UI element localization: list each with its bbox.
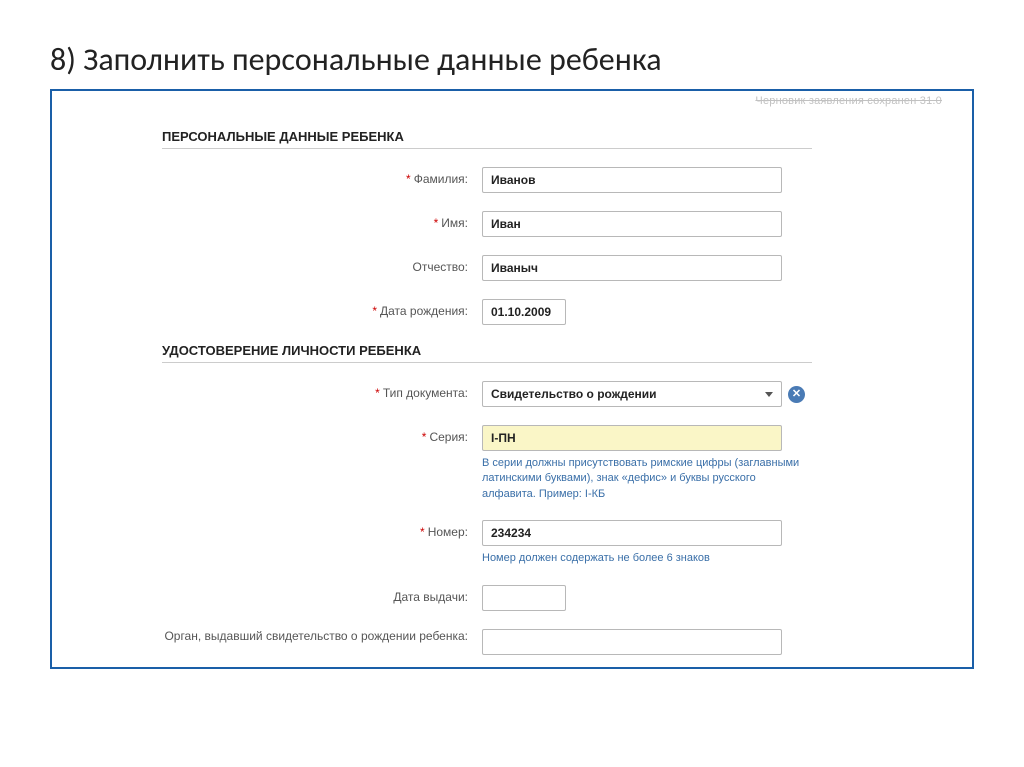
row-issue-date: Дата выдачи: bbox=[162, 585, 932, 611]
label-number: *Номер: bbox=[162, 520, 482, 539]
row-patronymic: Отчество: bbox=[162, 255, 932, 281]
form-container: ПЕРСОНАЛЬНЫЕ ДАННЫЕ РЕБЕНКА *Фамилия: *И… bbox=[52, 91, 972, 655]
required-marker: * bbox=[434, 216, 439, 230]
section-personal-header: ПЕРСОНАЛЬНЫЕ ДАННЫЕ РЕБЕНКА bbox=[162, 129, 812, 149]
required-marker: * bbox=[420, 525, 425, 539]
row-firstname: *Имя: bbox=[162, 211, 932, 237]
select-doctype-value: Свидетельство о рождении bbox=[491, 387, 657, 401]
row-issuer: Орган, выдавший свидетельство о рождении… bbox=[162, 629, 932, 655]
row-number: *Номер: Номер должен содержать не более … bbox=[162, 520, 932, 566]
input-patronymic[interactable] bbox=[482, 255, 782, 281]
slide-title: 8) Заполнить персональные данные ребенка bbox=[50, 40, 974, 79]
row-series: *Серия: В серии должны присутствовать ри… bbox=[162, 425, 932, 502]
input-firstname[interactable] bbox=[482, 211, 782, 237]
label-doctype: *Тип документа: bbox=[162, 381, 482, 400]
required-marker: * bbox=[406, 172, 411, 186]
label-firstname: *Имя: bbox=[162, 211, 482, 230]
select-doctype[interactable]: Свидетельство о рождении bbox=[482, 381, 782, 407]
label-series: *Серия: bbox=[162, 425, 482, 444]
required-marker: * bbox=[422, 430, 427, 444]
draft-saved-note: Черновик заявления сохранен 31.0 bbox=[755, 95, 942, 107]
label-lastname: *Фамилия: bbox=[162, 167, 482, 186]
section-identity-header: УДОСТОВЕРЕНИЕ ЛИЧНОСТИ РЕБЕНКА bbox=[162, 343, 812, 363]
chevron-down-icon bbox=[765, 392, 773, 397]
clear-icon[interactable]: ✕ bbox=[788, 386, 805, 403]
row-lastname: *Фамилия: bbox=[162, 167, 932, 193]
required-marker: * bbox=[372, 304, 377, 318]
input-issuer[interactable] bbox=[482, 629, 782, 655]
required-marker: * bbox=[375, 386, 380, 400]
input-lastname[interactable] bbox=[482, 167, 782, 193]
row-dob: *Дата рождения: bbox=[162, 299, 932, 325]
input-dob[interactable] bbox=[482, 299, 566, 325]
label-issuer: Орган, выдавший свидетельство о рождении… bbox=[162, 629, 482, 643]
label-issue-date: Дата выдачи: bbox=[162, 585, 482, 604]
hint-number: Номер должен содержать не более 6 знаков bbox=[482, 551, 802, 566]
row-doctype: *Тип документа: Свидетельство о рождении… bbox=[162, 381, 932, 407]
label-patronymic: Отчество: bbox=[162, 255, 482, 274]
label-dob: *Дата рождения: bbox=[162, 299, 482, 318]
input-issue-date[interactable] bbox=[482, 585, 566, 611]
input-number[interactable] bbox=[482, 520, 782, 546]
hint-series: В серии должны присутствовать римские ци… bbox=[482, 456, 802, 502]
input-series[interactable] bbox=[482, 425, 782, 451]
screenshot-frame: Черновик заявления сохранен 31.0 ПЕРСОНА… bbox=[50, 89, 974, 669]
